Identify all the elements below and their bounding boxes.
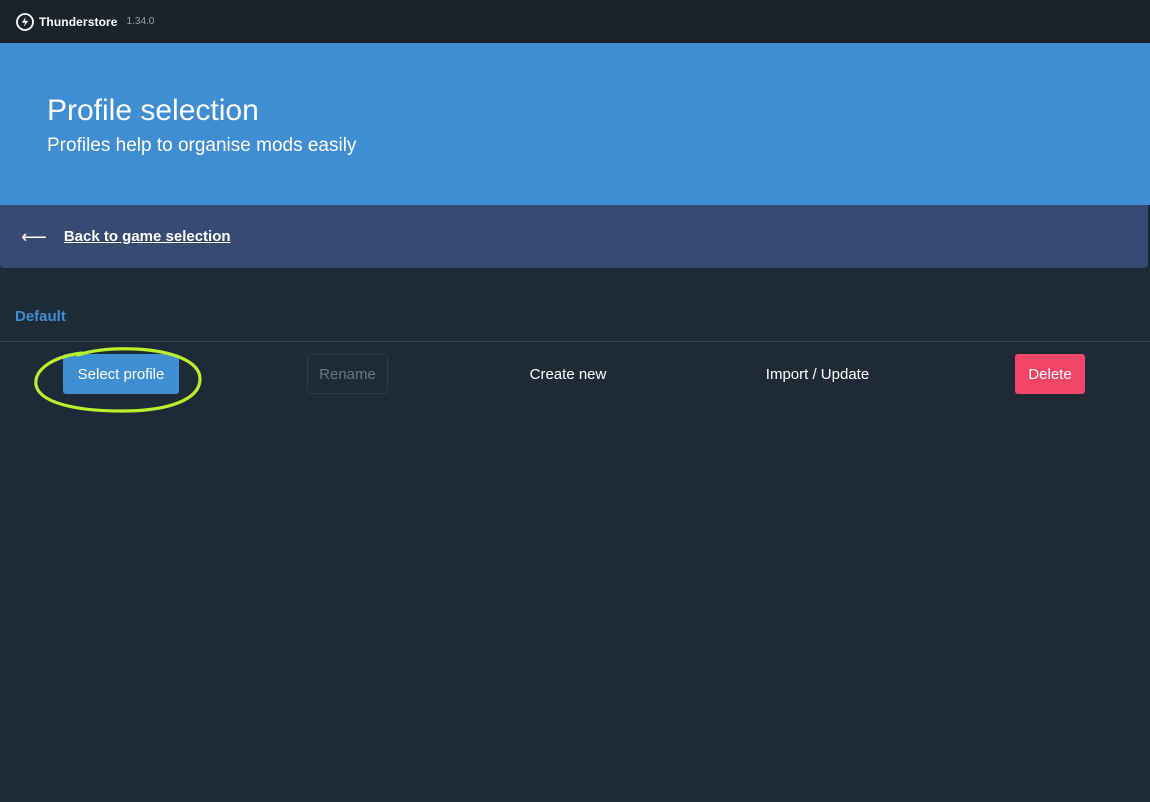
thunderstore-logo-icon	[16, 12, 34, 31]
app-version: 1.34.0	[126, 16, 155, 27]
page-subtitle: Profiles help to organise mods easily	[47, 135, 357, 156]
app-name: Thunderstore	[39, 14, 118, 29]
page-title: Profile selection	[47, 94, 259, 127]
title-bar: Thunderstore 1.34.0	[0, 0, 1150, 43]
profile-list-item-default[interactable]: Default	[15, 308, 66, 325]
import-update-profile-button[interactable]: Import / Update	[740, 354, 895, 394]
create-new-profile-button[interactable]: Create new	[510, 354, 626, 394]
delete-profile-button[interactable]: Delete	[1015, 354, 1085, 394]
app-window: Thunderstore 1.34.0 Profile selection Pr…	[0, 0, 1150, 802]
back-bar: ⟵ Back to game selection	[0, 205, 1148, 268]
back-to-game-selection-link[interactable]: Back to game selection	[64, 228, 231, 245]
select-profile-button[interactable]: Select profile	[63, 354, 179, 394]
page-header: Profile selection Profiles help to organ…	[0, 43, 1150, 205]
rename-profile-button[interactable]: Rename	[307, 354, 388, 394]
divider	[0, 341, 1150, 342]
arrow-left-icon[interactable]: ⟵	[21, 228, 47, 246]
